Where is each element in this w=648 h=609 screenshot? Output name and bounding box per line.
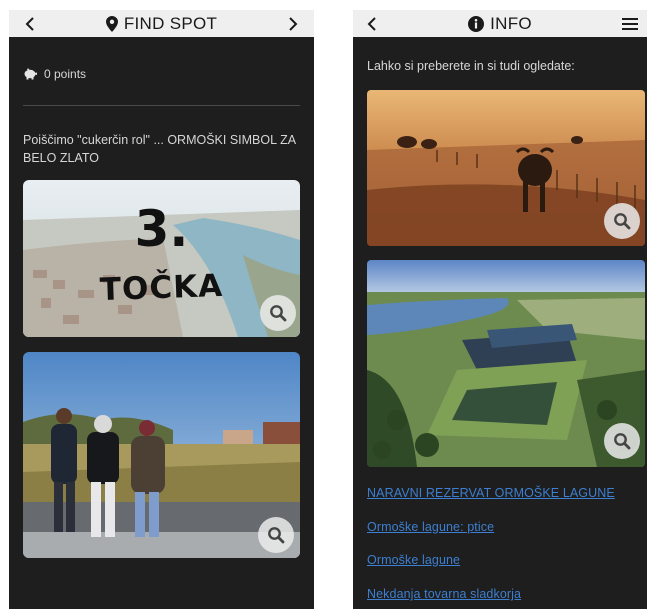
zoom-button[interactable] <box>604 423 640 459</box>
back-button[interactable] <box>15 10 45 37</box>
link-lagoons-birds[interactable]: Ormoške lagune: ptice <box>367 520 494 534</box>
chevron-left-icon <box>367 16 376 31</box>
search-icon <box>614 213 631 230</box>
page-title-text: FIND SPOT <box>123 13 218 33</box>
lagoons-aerial-view <box>367 260 645 467</box>
spot-number-image[interactable]: 3. TOČKA <box>23 180 300 337</box>
lagoons-aerial-photo[interactable] <box>367 260 645 467</box>
points-row: 0 points <box>23 67 86 81</box>
link-sugar-factory[interactable]: Nekdanja tovarna sladkorja <box>367 587 521 601</box>
search-icon <box>270 305 287 322</box>
hamburger-menu-icon <box>622 17 638 30</box>
buffalo-photo[interactable] <box>367 90 645 246</box>
search-icon <box>614 433 631 450</box>
people-photo[interactable] <box>23 352 300 558</box>
chevron-right-icon <box>289 16 298 31</box>
link-lagoons[interactable]: Ormoške lagune <box>367 553 460 567</box>
zoom-button[interactable] <box>604 203 640 239</box>
piggy-bank-icon <box>24 68 37 80</box>
chevron-left-icon <box>25 16 34 31</box>
page-title: INFO <box>468 14 532 34</box>
zoom-button[interactable] <box>260 295 296 331</box>
search-icon <box>268 527 285 544</box>
info-screen: INFO Lahko si preberete in si tudi ogled… <box>353 10 647 609</box>
map-pin-icon <box>105 15 118 32</box>
page-title-text: INFO <box>490 13 532 33</box>
find-spot-screen: FIND SPOT 0 points Poiščimo "cukerčin ro… <box>9 10 314 609</box>
points-value: 0 points <box>44 67 87 81</box>
back-button[interactable] <box>357 10 387 37</box>
divider <box>23 105 300 106</box>
zoom-button[interactable] <box>258 517 294 553</box>
link-nature-reserve[interactable]: NARAVNI REZERVAT ORMOŠKE LAGUNE <box>367 486 615 500</box>
top-bar: FIND SPOT <box>9 10 314 37</box>
intro-text: Lahko si preberete in si tudi ogledate: <box>367 59 575 73</box>
menu-button[interactable] <box>615 10 645 37</box>
clue-text: Poiščimo "cukerčin rol" ... ORMOŠKI SIMB… <box>23 133 296 165</box>
next-button[interactable] <box>278 10 308 37</box>
page-title: FIND SPOT <box>105 13 218 34</box>
spot-number: 3. <box>134 200 189 258</box>
info-circle-icon <box>468 15 485 32</box>
top-bar: INFO <box>353 10 647 37</box>
